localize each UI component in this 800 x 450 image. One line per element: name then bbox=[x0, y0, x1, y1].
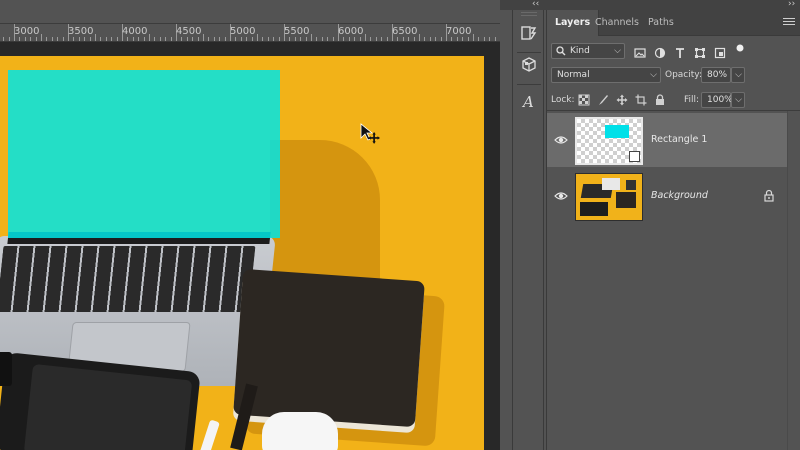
tab-paths[interactable]: Paths bbox=[640, 10, 682, 36]
layer-name[interactable]: Rectangle 1 bbox=[651, 113, 707, 167]
lock-transparent-icon[interactable] bbox=[577, 93, 591, 107]
ruler-label: 6500 bbox=[392, 26, 418, 37]
panel-menu-icon[interactable] bbox=[783, 16, 795, 28]
blend-mode-select[interactable]: Normal ⌵ bbox=[551, 67, 661, 83]
filter-toggle-icon[interactable] bbox=[733, 41, 747, 55]
3d-cube-icon bbox=[522, 57, 536, 72]
visibility-eye-icon[interactable] bbox=[554, 189, 568, 203]
ruler-label: 4000 bbox=[122, 26, 148, 37]
photo-content bbox=[0, 56, 484, 450]
shape-filter-icon[interactable] bbox=[693, 46, 707, 60]
collapse-arrows-icon[interactable]: ‹‹ bbox=[532, 0, 539, 9]
layer-lock-icon bbox=[764, 189, 774, 202]
character-type-icon: A bbox=[521, 93, 534, 110]
visibility-eye-icon[interactable] bbox=[554, 133, 568, 147]
fill-slider-toggle[interactable]: ⌵ bbox=[731, 92, 745, 108]
character-panel-button[interactable]: A bbox=[513, 86, 545, 116]
thumbnail-shape bbox=[605, 125, 629, 138]
layers-panel: Layers Channels Paths Kind ⌵ Normal ⌵ Op… bbox=[546, 10, 800, 450]
history-panel-button[interactable] bbox=[513, 18, 545, 48]
lock-all-icon[interactable] bbox=[653, 93, 667, 107]
dock-separator bbox=[517, 84, 541, 85]
chevron-down-icon: ⌵ bbox=[735, 95, 742, 105]
horizontal-ruler[interactable]: 3000 3500 4000 4500 5000 5500 6000 6500 … bbox=[0, 24, 500, 42]
lock-artboard-icon[interactable] bbox=[634, 93, 648, 107]
layer-row-rectangle-1[interactable]: Rectangle 1 bbox=[547, 113, 787, 167]
chevron-down-icon: ⌵ bbox=[614, 46, 621, 56]
type-filter-icon[interactable] bbox=[673, 46, 687, 60]
document-tab-bar bbox=[0, 0, 500, 24]
pasteboard bbox=[484, 42, 500, 450]
ruler-label: 5000 bbox=[230, 26, 256, 37]
move-cursor-icon bbox=[360, 123, 381, 144]
opacity-slider-toggle[interactable]: ⌵ bbox=[731, 67, 745, 83]
svg-text:A: A bbox=[521, 93, 534, 110]
background-thumbnail bbox=[576, 174, 642, 220]
collapse-arrows-icon[interactable]: ›› bbox=[788, 0, 795, 9]
lock-label: Lock: bbox=[551, 95, 575, 105]
adjustment-filter-icon[interactable] bbox=[653, 46, 667, 60]
stylus-image bbox=[198, 419, 220, 450]
fill-label: Fill: bbox=[684, 95, 700, 105]
document-canvas[interactable] bbox=[0, 56, 484, 450]
phone-image bbox=[0, 352, 12, 386]
ruler-label: 5500 bbox=[284, 26, 310, 37]
dock-grip-icon[interactable] bbox=[521, 12, 537, 16]
layer-thumbnail[interactable] bbox=[575, 173, 643, 221]
panel-tabs: Layers Channels Paths bbox=[547, 10, 800, 36]
fill-value: 100% bbox=[707, 95, 733, 105]
photoshop-window: 3000 3500 4000 4500 5000 5500 6000 6500 … bbox=[0, 0, 800, 450]
ruler-label: 3000 bbox=[14, 26, 40, 37]
fill-input[interactable]: 100% bbox=[701, 92, 733, 108]
lock-image-icon[interactable] bbox=[596, 93, 610, 107]
history-brush-icon bbox=[521, 26, 537, 40]
chevron-down-icon: ⌵ bbox=[650, 70, 657, 80]
search-icon bbox=[556, 46, 566, 56]
opacity-input[interactable]: 80% bbox=[701, 67, 731, 83]
notebook-image bbox=[233, 268, 425, 428]
filter-kind-value: Kind bbox=[570, 46, 590, 56]
earbuds-image bbox=[262, 412, 338, 450]
image-filter-icon[interactable] bbox=[633, 46, 647, 60]
opacity-value: 80% bbox=[707, 70, 728, 80]
layers-list: Rectangle 1 Background bbox=[547, 110, 800, 450]
libraries-panel-button[interactable] bbox=[513, 50, 545, 80]
panel-gutter bbox=[500, 10, 512, 450]
layer-name[interactable]: Background bbox=[651, 169, 708, 223]
ruler-label: 6000 bbox=[338, 26, 364, 37]
pasteboard bbox=[0, 42, 500, 56]
canvas-area[interactable]: 3000 3500 4000 4500 5000 5500 6000 6500 … bbox=[0, 0, 500, 450]
laptop-shadow bbox=[270, 140, 380, 290]
layers-scrollbar[interactable] bbox=[787, 111, 800, 450]
layer-filter-kind-select[interactable]: Kind ⌵ bbox=[551, 43, 625, 59]
ruler-label: 3500 bbox=[68, 26, 94, 37]
laptop-keyboard bbox=[0, 246, 256, 312]
transparency-checker bbox=[577, 119, 641, 163]
panel-collapse-strip[interactable]: ‹‹ ›› bbox=[500, 0, 800, 10]
smart-object-filter-icon[interactable] bbox=[713, 46, 727, 60]
ruler-label: 4500 bbox=[176, 26, 202, 37]
chevron-down-icon: ⌵ bbox=[735, 70, 742, 80]
layer-row-background[interactable]: Background bbox=[547, 169, 787, 223]
collapsed-panel-dock: A bbox=[512, 10, 544, 450]
layer-thumbnail[interactable] bbox=[575, 117, 643, 165]
ruler-label: 7000 bbox=[446, 26, 472, 37]
smart-object-badge-icon bbox=[629, 151, 640, 162]
opacity-label: Opacity: bbox=[665, 70, 702, 80]
lock-position-icon[interactable] bbox=[615, 93, 629, 107]
blend-mode-value: Normal bbox=[557, 70, 590, 80]
rectangle-1-shape[interactable] bbox=[8, 70, 280, 238]
tab-channels[interactable]: Channels bbox=[587, 10, 647, 36]
